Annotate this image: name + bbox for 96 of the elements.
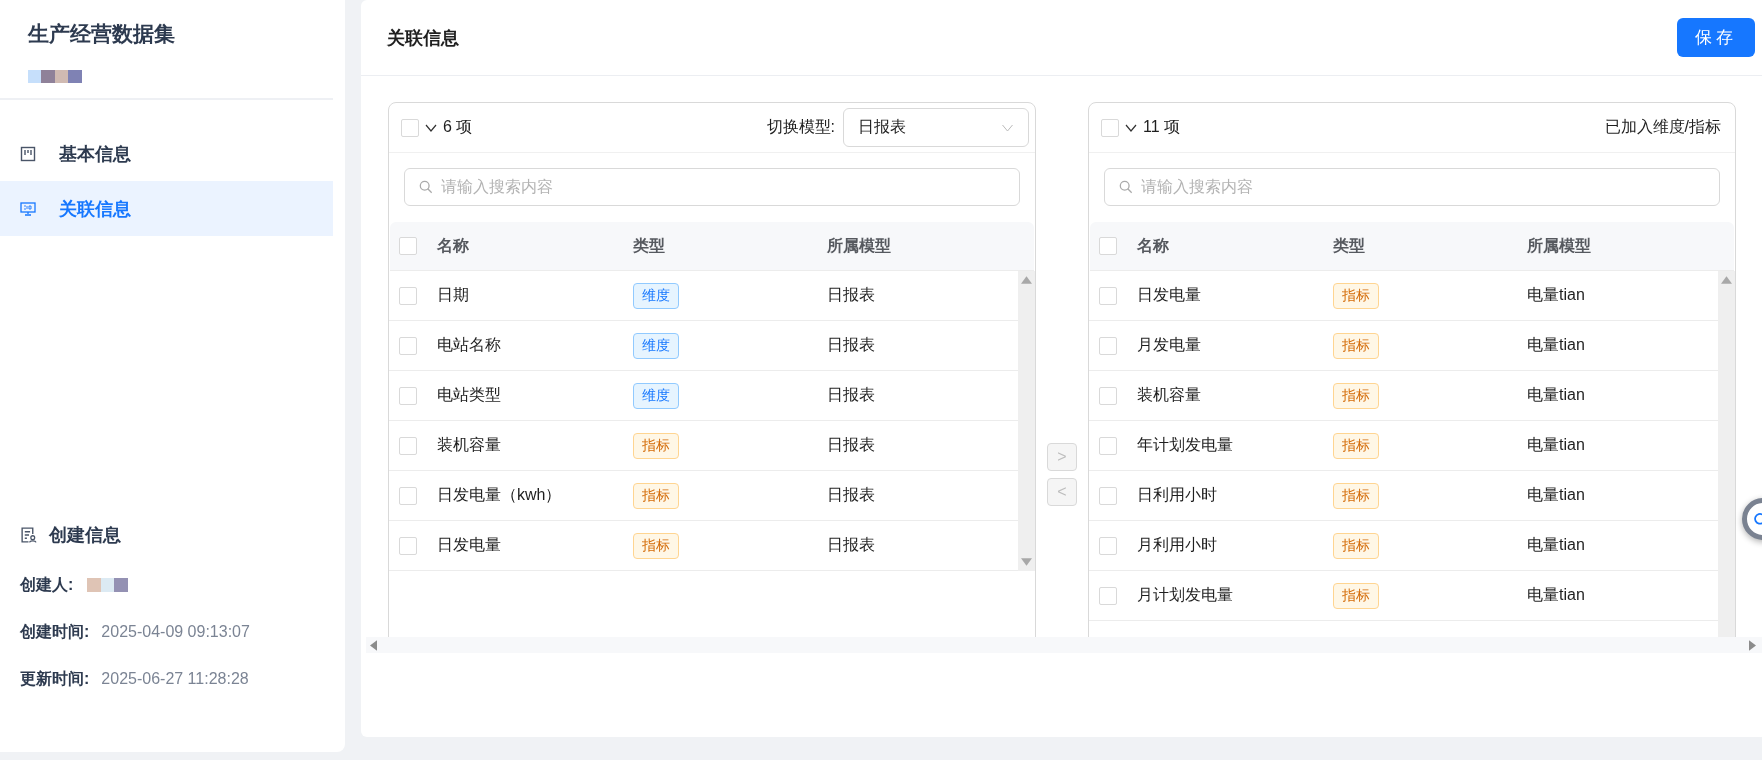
table-cell-text: 装机容量 — [1136, 385, 1202, 405]
checkbox[interactable] — [399, 336, 417, 355]
checkbox[interactable] — [1099, 486, 1117, 505]
scroll-right-icon[interactable] — [1749, 639, 1756, 651]
table-cell-text: 日发电量（kwh） — [436, 485, 563, 505]
table-cell-text: 电量tian — [1527, 585, 1586, 605]
table-cell-text: 日报表 — [827, 385, 876, 405]
item-count: 11 项 — [1143, 117, 1181, 137]
page-title: 关联信息 — [387, 26, 459, 50]
menu-item[interactable]: 关联信息 — [0, 181, 333, 236]
table-cell-text: 电量tian — [1527, 385, 1586, 405]
table-cell-text: 日利用小时 — [1136, 485, 1218, 505]
model-select[interactable]: 日报表 — [843, 108, 1029, 147]
table-cell-text: 电站类型 — [436, 385, 502, 405]
scroll-up-icon[interactable] — [1721, 276, 1732, 284]
type-tag: 维度 — [633, 382, 679, 409]
column-header: 名称 — [436, 235, 470, 256]
type-tag: 指标 — [1333, 482, 1379, 509]
column-header: 类型 — [1333, 235, 1366, 256]
field-value: 2025-06-27 11:28:28 — [101, 670, 249, 688]
panel-title: 已加入维度/指标 — [1604, 117, 1721, 137]
field-label: 更新时间: — [20, 668, 90, 689]
table-cell-text: 日发电量 — [1136, 285, 1202, 305]
checkbox[interactable] — [1099, 536, 1117, 555]
table-cell-text: 日期 — [436, 285, 470, 305]
field-label: 切换模型: — [766, 117, 835, 137]
table-cell-text: 电站名称 — [436, 335, 502, 355]
checkbox[interactable] — [399, 386, 417, 405]
search-field[interactable]: 请输入搜索内容 — [404, 168, 1020, 206]
chevron-down-icon[interactable] — [425, 123, 437, 132]
checkbox[interactable] — [1099, 386, 1117, 405]
vertical-scrollbar[interactable] — [1718, 271, 1735, 637]
table-cell-text: 电量tian — [1527, 335, 1586, 355]
monitor-icon — [20, 200, 36, 217]
search-field[interactable]: 请输入搜索内容 — [1104, 168, 1720, 206]
field-label: 创建时间: — [20, 621, 90, 642]
column-header: 所属模型 — [1527, 235, 1592, 256]
checkbox[interactable] — [1099, 237, 1117, 255]
checkbox[interactable] — [1099, 586, 1117, 605]
table-cell-text: 月发电量 — [1136, 335, 1202, 355]
table-cell-text: 电量tian — [1527, 285, 1586, 305]
table-cell-text: 日报表 — [827, 435, 876, 455]
type-tag: 指标 — [1333, 282, 1379, 309]
checkbox[interactable] — [399, 536, 417, 555]
checkbox[interactable] — [399, 486, 417, 505]
menu-item[interactable]: 基本信息 — [0, 126, 333, 181]
item-count: 6 项 — [443, 117, 473, 137]
type-tag: 指标 — [633, 432, 679, 459]
type-tag: 指标 — [1333, 332, 1379, 359]
chevron-down-icon — [1001, 123, 1014, 132]
type-tag: 指标 — [1333, 532, 1379, 559]
type-tag: 维度 — [633, 282, 679, 309]
checkbox[interactable] — [1099, 336, 1117, 355]
redacted-text — [28, 70, 82, 83]
table-cell-text: 日报表 — [827, 535, 876, 555]
checkbox[interactable] — [399, 436, 417, 455]
field-label: 创建人: — [20, 574, 74, 595]
horizontal-scrollbar[interactable] — [366, 637, 1762, 653]
checkbox[interactable] — [1099, 286, 1117, 305]
column-header: 所属模型 — [827, 235, 892, 256]
table-cell-text: 月利用小时 — [1136, 535, 1218, 555]
table-cell-text: 装机容量 — [436, 435, 502, 455]
scroll-left-icon[interactable] — [370, 639, 377, 651]
table-cell-text: 月计划发电量 — [1136, 585, 1234, 605]
table-cell-text: 电量tian — [1527, 485, 1586, 505]
table-cell-text: 日发电量 — [436, 535, 502, 555]
checkbox[interactable] — [399, 286, 417, 305]
table-cell-text: 日报表 — [827, 285, 876, 305]
column-header: 类型 — [633, 235, 666, 256]
type-tag: 指标 — [1333, 382, 1379, 409]
table-cell-text: 年计划发电量 — [1136, 435, 1234, 455]
section-title: 创建信息 — [49, 524, 121, 547]
type-tag: 指标 — [1333, 582, 1379, 609]
scroll-down-icon[interactable] — [1021, 558, 1032, 566]
redacted-text — [87, 578, 129, 592]
save-button[interactable]: 保存 — [1677, 18, 1755, 57]
type-tag: 指标 — [1333, 432, 1379, 459]
type-tag: 指标 — [633, 532, 679, 559]
checkbox[interactable] — [399, 237, 417, 255]
vertical-scrollbar[interactable] — [1018, 271, 1035, 571]
type-tag: 指标 — [633, 482, 679, 509]
checkbox[interactable] — [1101, 118, 1119, 137]
table-cell-text: 电量tian — [1527, 435, 1586, 455]
type-tag: 维度 — [633, 332, 679, 359]
document-user-icon — [20, 526, 37, 544]
table-cell-text: 电量tian — [1527, 535, 1586, 555]
scroll-up-icon[interactable] — [1021, 276, 1032, 284]
chevron-down-icon[interactable] — [1125, 123, 1137, 132]
table-cell-text: 日报表 — [827, 335, 876, 355]
checkbox[interactable] — [1099, 436, 1117, 455]
field-value: 2025-04-09 09:13:07 — [101, 623, 250, 641]
checkbox[interactable] — [401, 118, 419, 137]
column-header: 名称 — [1136, 235, 1170, 256]
board-icon — [20, 145, 36, 162]
table-cell-text: 日报表 — [827, 485, 876, 505]
dataset-title: 生产经营数据集 — [28, 21, 176, 47]
